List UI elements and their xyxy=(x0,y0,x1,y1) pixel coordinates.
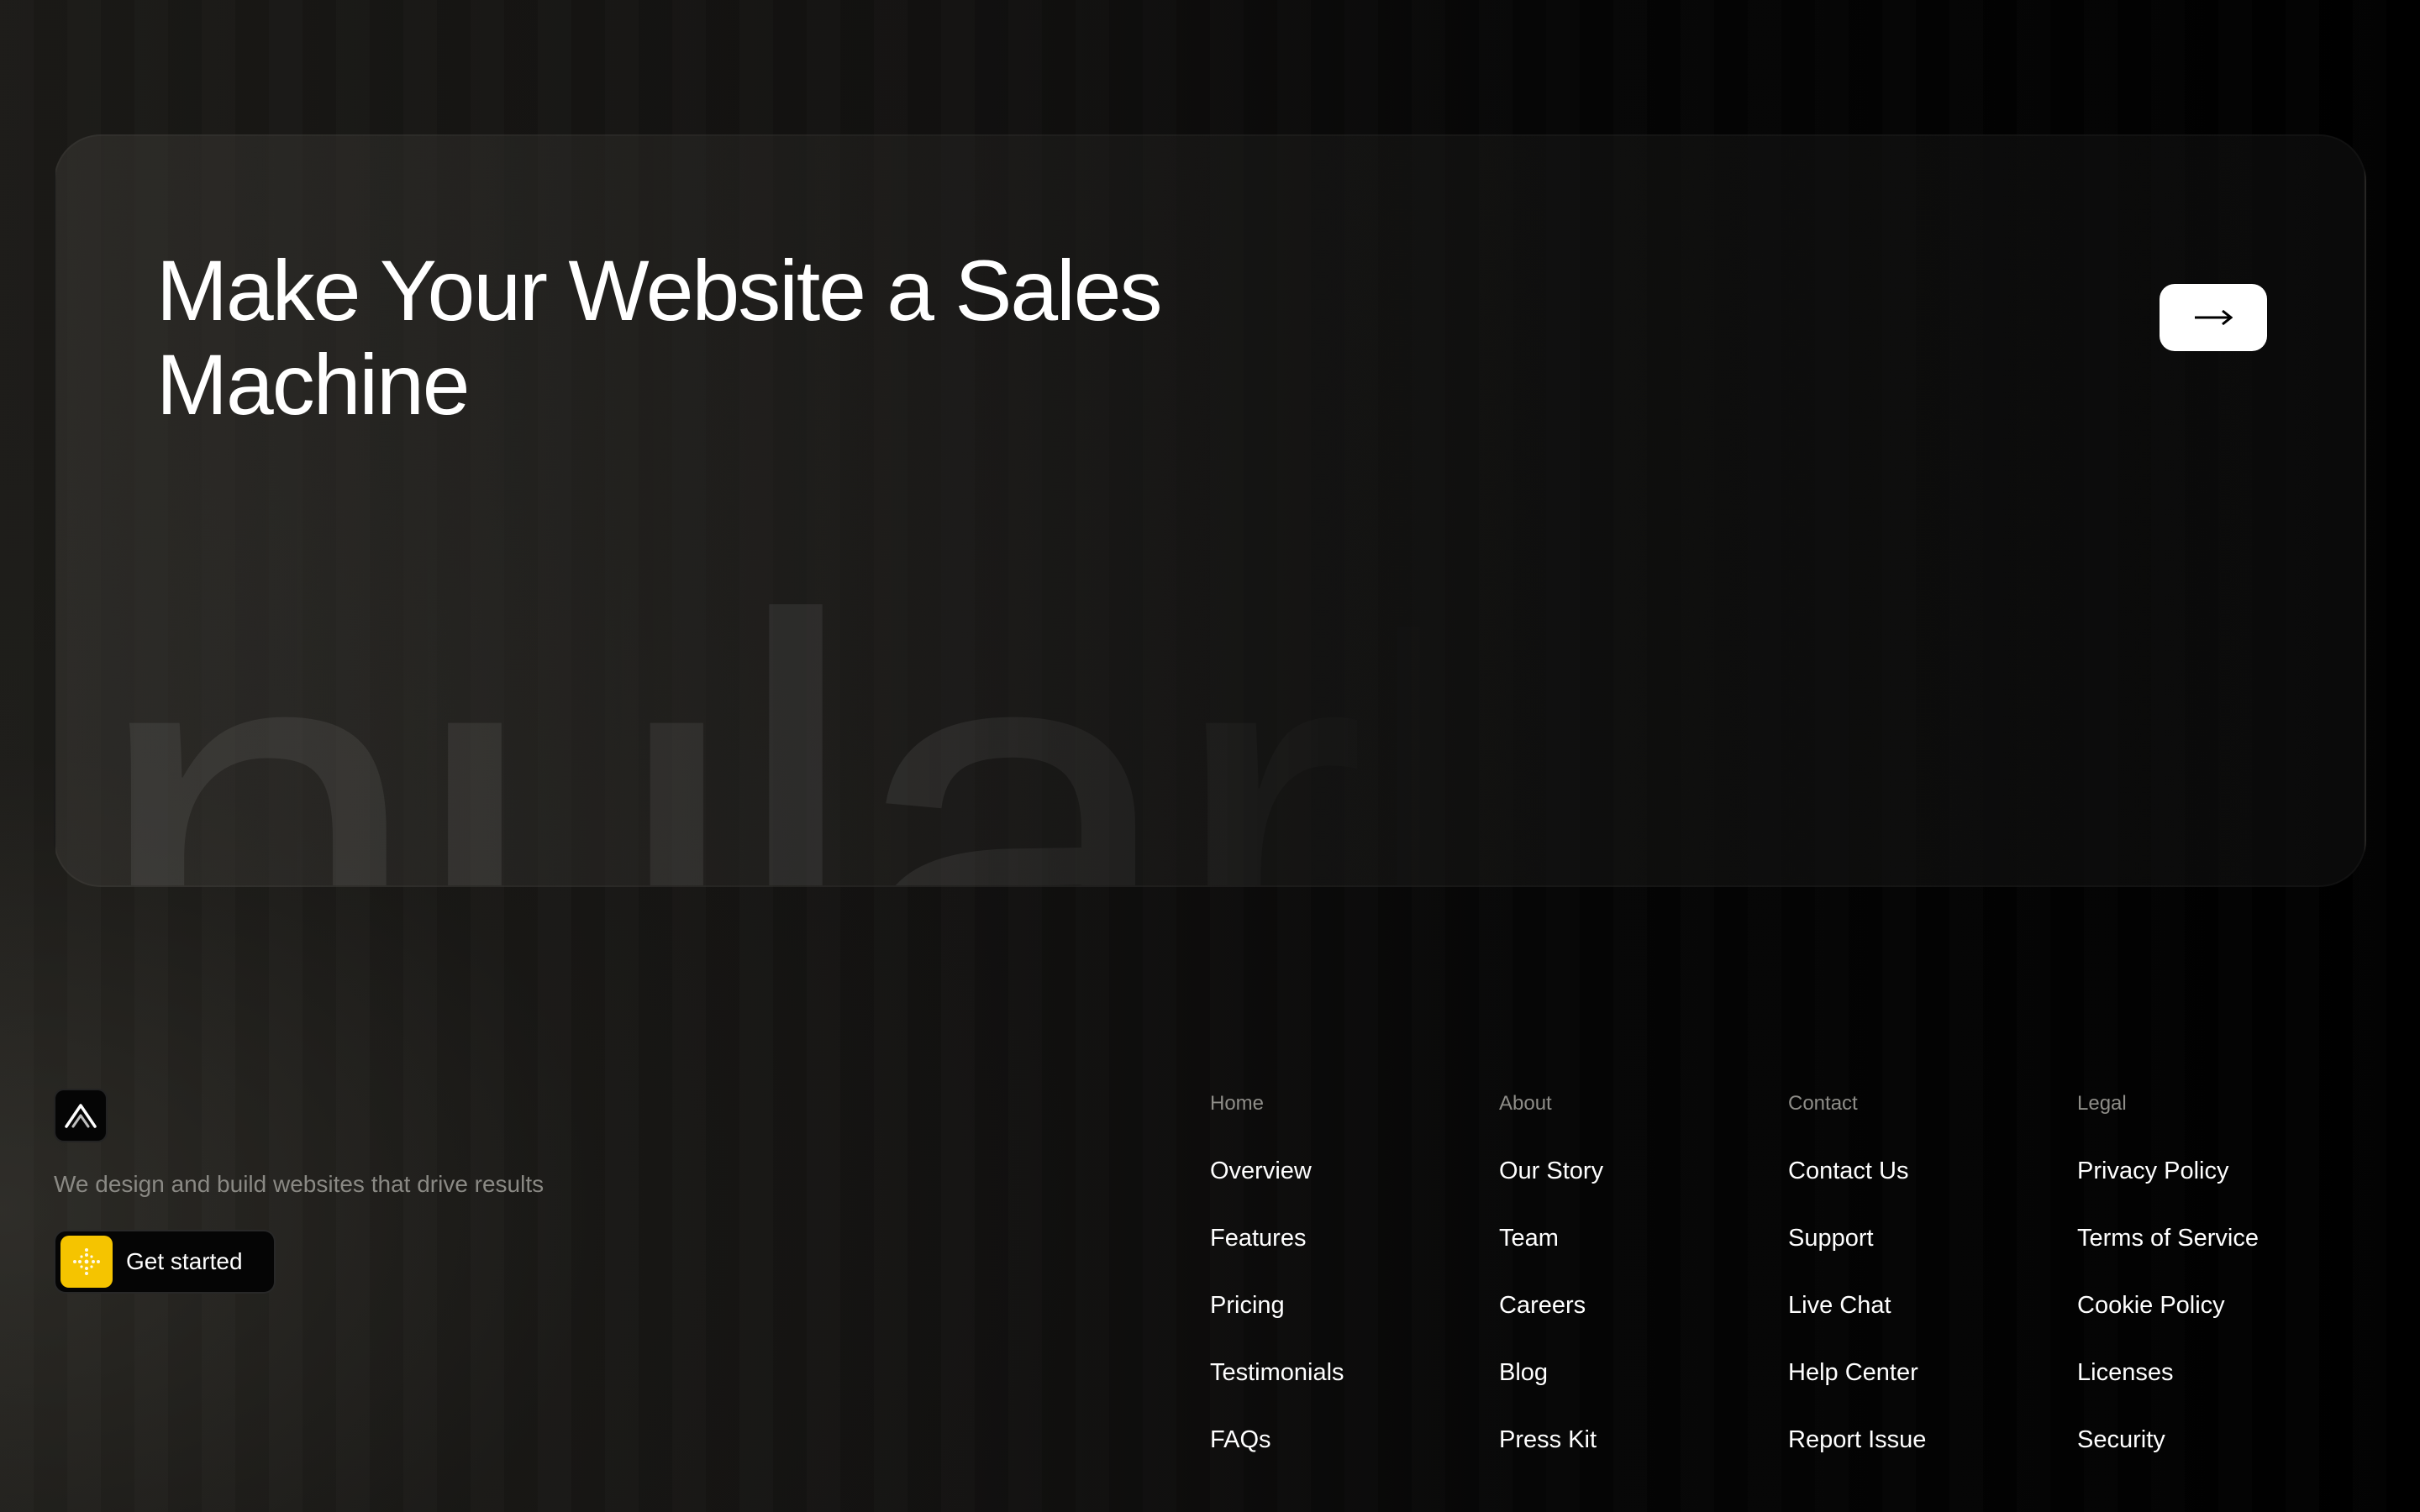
footer-heading-contact: Contact xyxy=(1788,1092,1858,1115)
footer-heading-home: Home xyxy=(1210,1092,1265,1115)
footer-column-contact: Contact Contact Us Support Live Chat Hel… xyxy=(1788,1089,2057,1488)
footer-link-features[interactable]: Features xyxy=(1210,1220,1479,1287)
footer-link-contact-us[interactable]: Contact Us xyxy=(1788,1152,2057,1220)
cta-icon-badge xyxy=(60,1236,113,1288)
footer-link-terms-of-service[interactable]: Terms of Service xyxy=(2077,1220,2346,1287)
footer-link-faqs[interactable]: FAQs xyxy=(1210,1421,1479,1488)
footer-link-licenses[interactable]: Licenses xyxy=(2077,1354,2346,1421)
footer-link-careers[interactable]: Careers xyxy=(1499,1287,1768,1354)
get-started-button[interactable]: Get started xyxy=(54,1230,276,1294)
footer-column-home: Home Overview Features Pricing Testimoni… xyxy=(1210,1089,1479,1488)
hero-title: Make Your Website a Sales Machine xyxy=(156,243,1163,433)
brand-tagline: We design and build websites that drive … xyxy=(54,1171,544,1197)
hero-card: nularUI Make Your Website a Sales Machin… xyxy=(54,134,2366,887)
landing-page: nularUI Make Your Website a Sales Machin… xyxy=(0,0,2420,1512)
hero-watermark: nularUI xyxy=(89,495,1939,887)
footer-column-legal: Legal Privacy Policy Terms of Service Co… xyxy=(2077,1089,2346,1488)
footer-link-pricing[interactable]: Pricing xyxy=(1210,1287,1479,1354)
footer-link-report-issue[interactable]: Report Issue xyxy=(1788,1421,2057,1488)
dotted-cross-icon xyxy=(73,1248,100,1275)
logo-mountain-icon xyxy=(65,1104,97,1128)
footer-heading-about: About xyxy=(1499,1092,1552,1115)
arrow-right-icon xyxy=(2195,309,2233,326)
footer-link-security[interactable]: Security xyxy=(2077,1421,2346,1488)
brand-logo[interactable] xyxy=(54,1089,108,1142)
footer-link-support[interactable]: Support xyxy=(1788,1220,2057,1287)
footer-link-live-chat[interactable]: Live Chat xyxy=(1788,1287,2057,1354)
footer-column-about: About Our Story Team Careers Blog Press … xyxy=(1499,1089,1768,1488)
footer-link-privacy-policy[interactable]: Privacy Policy xyxy=(2077,1152,2346,1220)
footer-link-testimonials[interactable]: Testimonials xyxy=(1210,1354,1479,1421)
hero-arrow-button[interactable] xyxy=(2160,284,2267,351)
footer-heading-legal: Legal xyxy=(2077,1092,2127,1115)
footer-links-about: Our Story Team Careers Blog Press Kit xyxy=(1499,1152,1768,1488)
footer-link-team[interactable]: Team xyxy=(1499,1220,1768,1287)
footer-link-help-center[interactable]: Help Center xyxy=(1788,1354,2057,1421)
footer-brand: We design and build websites that drive … xyxy=(54,1089,544,1294)
footer-link-blog[interactable]: Blog xyxy=(1499,1354,1768,1421)
footer-links-legal: Privacy Policy Terms of Service Cookie P… xyxy=(2077,1152,2346,1488)
footer-link-our-story[interactable]: Our Story xyxy=(1499,1152,1768,1220)
footer-links-contact: Contact Us Support Live Chat Help Center… xyxy=(1788,1152,2057,1488)
footer-link-press-kit[interactable]: Press Kit xyxy=(1499,1421,1768,1488)
footer-links-home: Overview Features Pricing Testimonials F… xyxy=(1210,1152,1479,1488)
footer-link-cookie-policy[interactable]: Cookie Policy xyxy=(2077,1287,2346,1354)
get-started-label: Get started xyxy=(126,1248,243,1274)
footer-link-overview[interactable]: Overview xyxy=(1210,1152,1479,1220)
